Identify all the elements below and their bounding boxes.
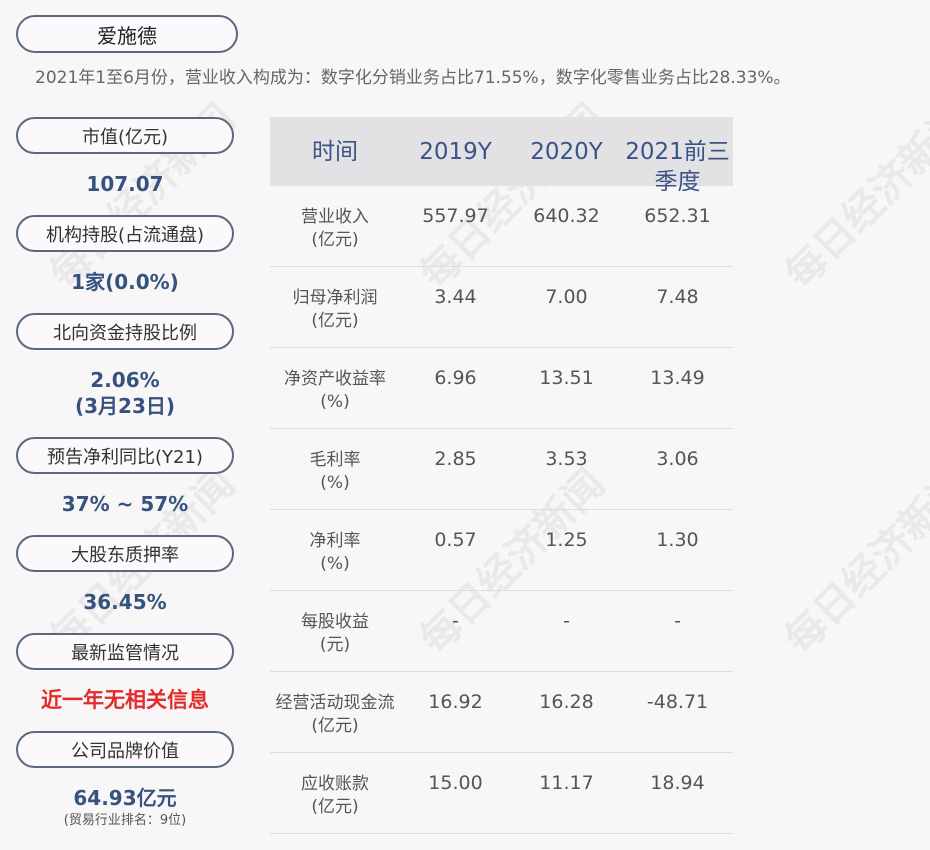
table-row: 应收账款 (亿元) 15.00 11.17 18.94 bbox=[270, 753, 733, 834]
table-cell: 3.53 bbox=[545, 448, 588, 470]
table-cell: 3.44 bbox=[434, 286, 477, 308]
table-row: 净利率 (%) 0.57 1.25 1.30 bbox=[270, 510, 733, 591]
northbound-ratio-value: 2.06% bbox=[90, 368, 160, 392]
table-cell: 16.92 bbox=[428, 691, 483, 713]
table-cell: 0.57 bbox=[434, 529, 477, 551]
pledge-ratio-label: 大股东质押率 bbox=[16, 535, 234, 572]
row-label: 归母净利润 (亿元) bbox=[270, 287, 400, 333]
row-label: 净资产收益率 (%) bbox=[270, 368, 400, 414]
row-label-unit: (%) bbox=[320, 554, 350, 574]
row-label-name: 经营活动现金流 bbox=[275, 693, 395, 713]
table-row: 毛利率 (%) 2.85 3.53 3.06 bbox=[270, 429, 733, 510]
table-cell: - bbox=[674, 610, 681, 632]
profit-forecast-label: 预告净利同比(Y21) bbox=[16, 437, 234, 474]
row-label-name: 应收账款 bbox=[301, 774, 369, 794]
regulation-label: 最新监管情况 bbox=[16, 633, 234, 670]
row-label: 应收账款 (亿元) bbox=[270, 773, 400, 819]
header-2021-line1: 2021前三 bbox=[625, 139, 730, 165]
table-cell: 652.31 bbox=[644, 205, 711, 227]
row-label: 毛利率 (%) bbox=[270, 449, 400, 495]
brand-rank-note: (贸易行业排名：9位) bbox=[63, 813, 187, 828]
brand-value-value: 64.93亿元 bbox=[73, 786, 177, 810]
market-cap-label: 市值(亿元) bbox=[16, 117, 234, 154]
brand-value-label: 公司品牌价值 bbox=[16, 731, 234, 768]
northbound-ratio-date: (3月23日) bbox=[74, 394, 176, 418]
table-cell: 7.00 bbox=[545, 286, 588, 308]
northbound-ratio-label: 北向资金持股比例 bbox=[16, 313, 234, 350]
table-cell: 1.25 bbox=[545, 529, 588, 551]
table-cell: 13.51 bbox=[539, 367, 594, 389]
header-time: 时间 bbox=[312, 139, 358, 165]
header-2019: 2019Y bbox=[419, 139, 492, 165]
table-cell: 640.32 bbox=[533, 205, 600, 227]
regulation-value: 近一年无相关信息 bbox=[41, 688, 209, 712]
revenue-summary: 2021年1至6月份，营业收入构成为：数字化分销业务占比71.55%，数字化零售… bbox=[35, 68, 791, 88]
table-cell: 557.97 bbox=[422, 205, 489, 227]
table-row: 净资产收益率 (%) 6.96 13.51 13.49 bbox=[270, 348, 733, 429]
table-cell: - bbox=[452, 610, 459, 632]
row-label-unit: (亿元) bbox=[311, 716, 359, 736]
row-label-unit: (元) bbox=[319, 635, 351, 655]
pledge-ratio-value: 36.45% bbox=[83, 590, 167, 614]
row-label-name: 净资产收益率 bbox=[284, 369, 386, 389]
row-label-name: 毛利率 bbox=[309, 450, 361, 470]
row-label-unit: (亿元) bbox=[311, 797, 359, 817]
row-label-name: 营业收入 bbox=[301, 207, 369, 227]
row-label-name: 净利率 bbox=[309, 531, 361, 551]
table-cell: 3.06 bbox=[656, 448, 699, 470]
table-cell: - bbox=[563, 610, 570, 632]
row-label-unit: (亿元) bbox=[311, 311, 359, 331]
table-cell: 16.28 bbox=[539, 691, 594, 713]
watermark: 每日经济新闻 bbox=[776, 460, 930, 663]
table-cell: 11.17 bbox=[539, 772, 594, 794]
table-row: 营业收入 (亿元) 557.97 640.32 652.31 bbox=[270, 186, 733, 267]
row-label: 净利率 (%) bbox=[270, 530, 400, 576]
table-cell: 1.30 bbox=[656, 529, 699, 551]
table-row: 经营活动现金流 (亿元) 16.92 16.28 -48.71 bbox=[270, 672, 733, 753]
table-cell: 15.00 bbox=[428, 772, 483, 794]
table-cell: 18.94 bbox=[650, 772, 705, 794]
table-cell: 7.48 bbox=[656, 286, 699, 308]
row-label-name: 每股收益 bbox=[301, 612, 369, 632]
table-row: 归母净利润 (亿元) 3.44 7.00 7.48 bbox=[270, 267, 733, 348]
institution-holding-value: 1家(0.0%) bbox=[71, 270, 179, 294]
row-label: 营业收入 (亿元) bbox=[270, 206, 400, 252]
row-label-name: 归母净利润 bbox=[292, 288, 378, 308]
row-label: 每股收益 (元) bbox=[270, 611, 400, 657]
table-cell: -48.71 bbox=[646, 691, 709, 713]
company-name: 爱施德 bbox=[16, 15, 238, 53]
table-cell: 2.85 bbox=[434, 448, 477, 470]
row-label-unit: (%) bbox=[320, 473, 350, 493]
market-cap-value: 107.07 bbox=[86, 172, 164, 196]
financial-table: 时间 2019Y 2020Y 2021前三 季度 营业收入 (亿元) 557.97 6… bbox=[270, 117, 733, 834]
table-header: 时间 2019Y 2020Y 2021前三 季度 bbox=[270, 117, 733, 195]
institution-holding-label: 机构持股(占流通盘) bbox=[16, 215, 234, 252]
row-label-unit: (亿元) bbox=[311, 230, 359, 250]
row-label-unit: (%) bbox=[320, 392, 350, 412]
table-row: 每股收益 (元) - - - bbox=[270, 591, 733, 672]
header-2020: 2020Y bbox=[530, 139, 603, 165]
table-cell: 6.96 bbox=[434, 367, 477, 389]
profit-forecast-value: 37% ~ 57% bbox=[61, 492, 189, 516]
table-cell: 13.49 bbox=[650, 367, 705, 389]
watermark: 每日经济新闻 bbox=[776, 95, 930, 298]
row-label: 经营活动现金流 (亿元) bbox=[270, 692, 400, 738]
